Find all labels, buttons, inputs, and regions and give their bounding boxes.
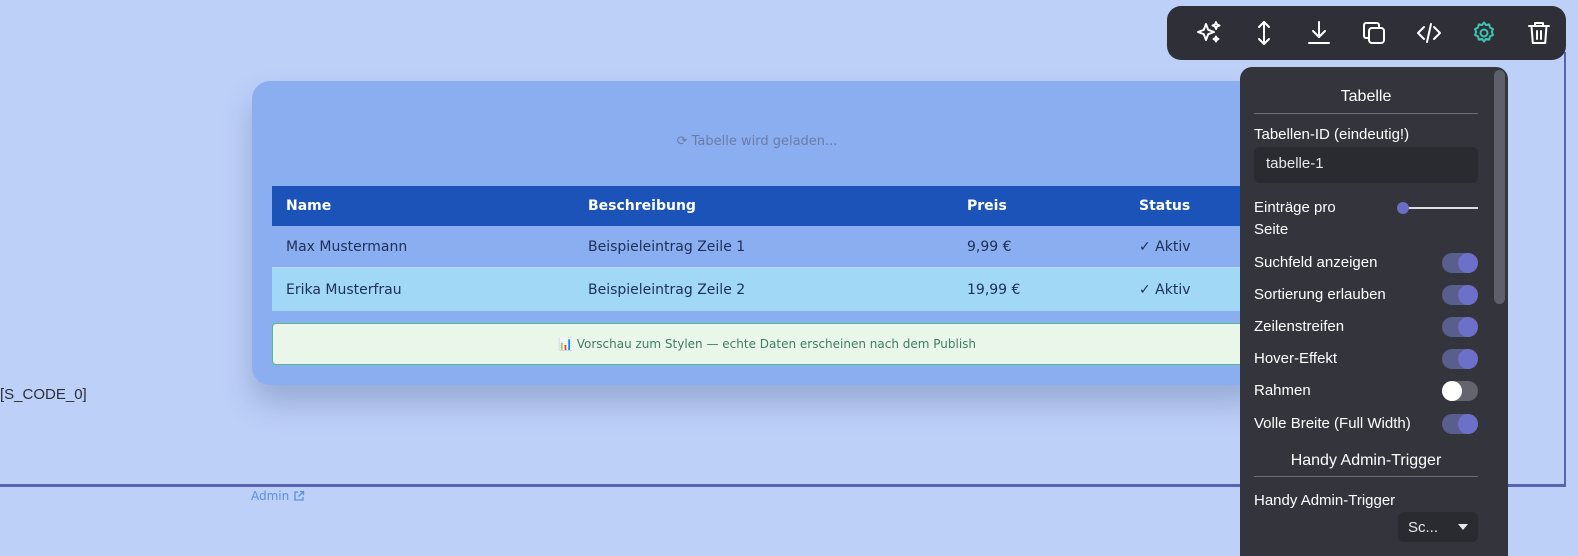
section-divider: [1254, 113, 1478, 114]
duplicate-button[interactable]: [1346, 6, 1401, 60]
data-table: Name Beschreibung Preis Status Max Muste…: [272, 186, 1262, 311]
toggle-label-full-width: Volle Breite (Full Width): [1254, 415, 1411, 432]
resize-button[interactable]: [1236, 6, 1291, 60]
table-card: ⟳ Tabelle wird geladen... Name Beschreib…: [252, 81, 1262, 385]
cell-price: 9,99 €: [967, 238, 1012, 255]
settings-button[interactable]: [1456, 6, 1511, 60]
cell-name: Max Mustermann: [286, 238, 408, 255]
table-row[interactable]: Max Mustermann Beispieleintrag Zeile 1 9…: [272, 226, 1262, 268]
loading-text: ⟳ Tabelle wird geladen...: [676, 134, 838, 149]
toggle-knob: [1458, 317, 1478, 337]
code-placeholder-text: [S_CODE_0]: [0, 386, 87, 403]
delete-button[interactable]: [1511, 6, 1566, 60]
table-id-input[interactable]: tabelle-1: [1254, 147, 1478, 183]
table-row[interactable]: Erika Musterfrau Beispieleintrag Zeile 2…: [272, 268, 1262, 311]
entries-per-page-label: Einträge pro Seite: [1254, 199, 1336, 238]
toggle-search[interactable]: [1442, 253, 1478, 273]
resize-vertical-icon: [1257, 21, 1270, 45]
chevron-down-icon: [1458, 524, 1468, 530]
admin-trigger-label: Handy Admin-Trigger: [1254, 492, 1396, 509]
toggle-label-stripes: Zeilenstreifen: [1254, 318, 1345, 335]
admin-link-label: Admin: [251, 489, 290, 503]
toggle-label-search: Suchfeld anzeigen: [1254, 254, 1378, 271]
toggle-knob: [1458, 414, 1478, 434]
toggle-knob: [1442, 381, 1462, 401]
toggle-sorting[interactable]: [1442, 285, 1478, 305]
external-link-icon: [294, 490, 305, 501]
admin-trigger-select[interactable]: Sc...: [1398, 512, 1478, 542]
section-title-admin-trigger: Handy Admin-Trigger: [1290, 452, 1442, 469]
toggle-stripes[interactable]: [1442, 317, 1478, 337]
download-icon: [1307, 21, 1330, 44]
column-header-description[interactable]: Beschreibung: [574, 198, 953, 214]
panel-scrollbar-thumb[interactable]: [1494, 70, 1505, 304]
admin-link[interactable]: Admin: [251, 489, 305, 503]
table-header: Name Beschreibung Preis Status: [272, 186, 1262, 226]
toggle-label-sorting: Sortierung erlauben: [1254, 286, 1386, 303]
ai-button[interactable]: [1181, 6, 1236, 60]
toggle-label-border: Rahmen: [1254, 382, 1311, 399]
slider-handle[interactable]: [1397, 202, 1409, 214]
toggle-label-hover: Hover-Effekt: [1254, 350, 1338, 367]
gear-icon: [1473, 21, 1494, 43]
cell-price: 19,99 €: [967, 281, 1021, 298]
cell-description: Beispieleintrag Zeile 1: [588, 238, 746, 255]
trash-icon: [1527, 22, 1550, 44]
entries-per-page-slider[interactable]: [1397, 202, 1478, 214]
frame-border-right: [1564, 52, 1566, 486]
toggle-full-width[interactable]: [1442, 414, 1478, 434]
code-button[interactable]: [1401, 6, 1456, 60]
toggle-knob: [1458, 253, 1478, 273]
cell-description: Beispieleintrag Zeile 2: [588, 281, 746, 298]
cell-name: Erika Musterfrau: [286, 281, 402, 298]
select-value: Sc...: [1408, 518, 1439, 536]
toggle-knob: [1458, 285, 1478, 305]
preview-notice: 📊 Vorschau zum Stylen — echte Daten ersc…: [272, 323, 1262, 365]
table-id-label: Tabellen-ID (eindeutig!): [1254, 126, 1410, 143]
sparkle-icon: [1196, 21, 1220, 43]
copy-icon: [1362, 22, 1385, 44]
toggle-hover[interactable]: [1442, 349, 1478, 369]
settings-panel: Tabelle Tabellen-ID (eindeutig!) tabelle…: [1240, 67, 1492, 556]
section-title-table: Tabelle: [1340, 88, 1392, 105]
slider-track: [1398, 207, 1478, 209]
toggle-border[interactable]: [1442, 381, 1478, 401]
download-button[interactable]: [1291, 6, 1346, 60]
column-header-name[interactable]: Name: [272, 198, 574, 214]
column-header-price[interactable]: Preis: [953, 198, 1125, 214]
section-divider: [1254, 476, 1478, 477]
toggle-knob: [1458, 349, 1478, 369]
code-icon: [1416, 23, 1441, 43]
block-toolbar: [1167, 6, 1566, 60]
